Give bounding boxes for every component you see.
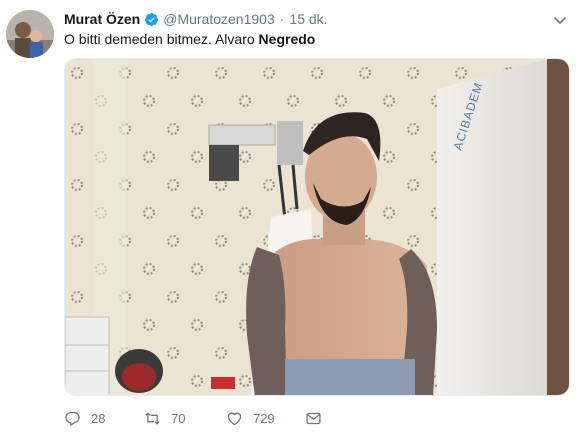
chevron-down-icon[interactable] — [552, 12, 568, 28]
tweet-actions: 28 70 729 — [64, 408, 384, 428]
tweet-text: O bitti demeden bitmez. Alvaro Negredo — [64, 30, 315, 49]
tweet-header: Murat Özen @Muratozen1903 · 15 dk. — [64, 10, 328, 28]
reply-count: 28 — [91, 410, 106, 426]
direct-message-button[interactable] — [305, 408, 322, 428]
tweet-text-bold: Negredo — [258, 31, 316, 47]
reply-button[interactable]: 28 — [64, 408, 105, 428]
reply-icon — [65, 411, 80, 426]
direct-message-icon — [306, 412, 321, 424]
retweet-button[interactable]: 70 — [144, 408, 185, 428]
heart-icon — [227, 412, 242, 425]
author-avatar[interactable] — [6, 10, 54, 58]
tweet-timestamp[interactable]: 15 dk. — [289, 10, 327, 28]
separator-dot: · — [279, 11, 285, 27]
like-count: 729 — [253, 410, 275, 426]
like-button[interactable]: 729 — [226, 408, 275, 428]
tweet-photo[interactable]: ACIBADEM — [64, 58, 570, 396]
tweet-text-plain: O bitti demeden bitmez. Alvaro — [64, 31, 259, 47]
retweet-icon — [145, 412, 160, 424]
retweet-count: 70 — [171, 410, 186, 426]
author-name[interactable]: Murat Özen — [64, 10, 140, 28]
author-handle[interactable]: @Muratozen1903 — [163, 10, 275, 28]
verified-badge-icon — [144, 12, 159, 27]
